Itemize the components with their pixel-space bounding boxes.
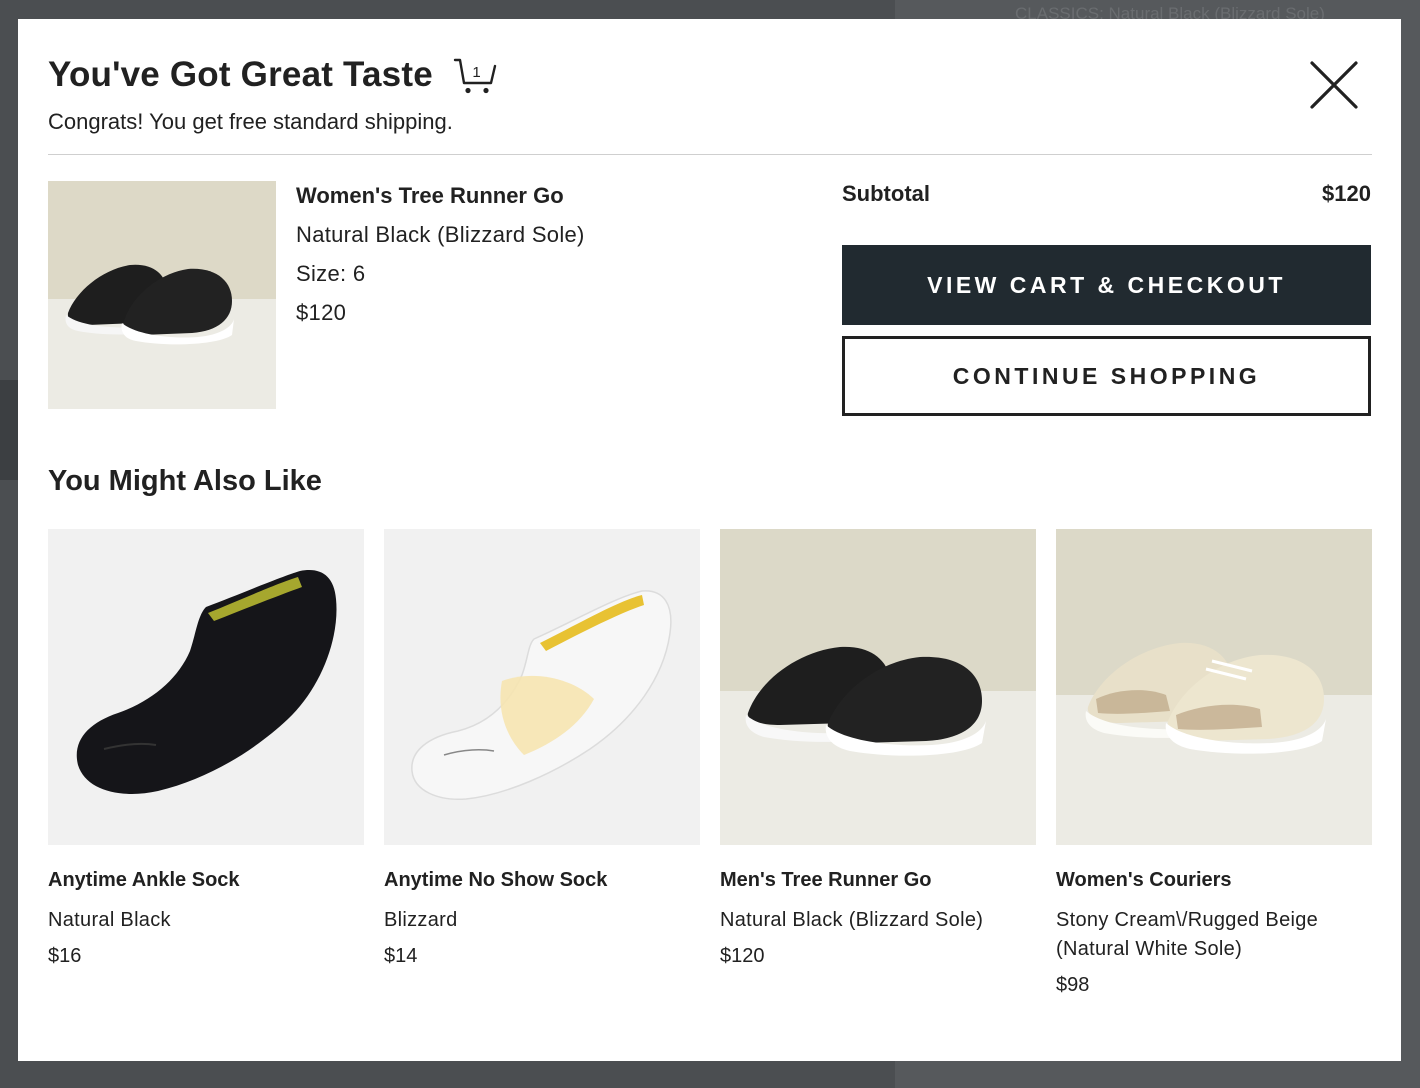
recommendations-list: Anytime Ankle Sock Natural Black $16 Any… — [48, 529, 1372, 997]
product-name[interactable]: Anytime Ankle Sock — [48, 869, 364, 892]
add-to-cart-modal: You've Got Great Taste 1 Congrats! You g… — [18, 19, 1401, 1061]
close-icon — [1310, 61, 1358, 109]
product-card[interactable]: Men's Tree Runner Go Natural Black (Bliz… — [720, 529, 1036, 997]
product-image-no-show-sock[interactable] — [384, 529, 700, 845]
header-divider — [48, 154, 1372, 155]
product-image-mens-tree-runner-go[interactable] — [720, 529, 1036, 845]
product-price: $14 — [384, 945, 418, 967]
continue-shopping-button[interactable]: CONTINUE SHOPPING — [842, 336, 1371, 416]
cart-icon: 1 — [453, 53, 497, 97]
cart-item-price: $120 — [296, 300, 347, 325]
cart-item-name[interactable]: Women's Tree Runner Go — [296, 183, 585, 209]
product-color: Natural Black — [48, 909, 171, 931]
cart-item-image[interactable] — [48, 181, 276, 409]
product-color: Natural Black (Blizzard Sole) — [720, 909, 984, 931]
cart-item-color: Natural Black (Blizzard Sole) — [296, 222, 585, 247]
product-price: $120 — [720, 945, 765, 967]
product-name[interactable]: Anytime No Show Sock — [384, 869, 700, 892]
cart-summary: Subtotal $120 VIEW CART & CHECKOUT CONTI… — [842, 181, 1371, 416]
product-color: Stony Cream\/Rugged Beige (Natural White… — [1056, 909, 1319, 960]
modal-header: You've Got Great Taste 1 Congrats! You g… — [48, 53, 497, 135]
recommendations-title: You Might Also Like — [48, 465, 322, 497]
subtotal-value: $120 — [1322, 181, 1371, 206]
product-card[interactable]: Women's Couriers Stony Cream\/Rugged Bei… — [1056, 529, 1372, 997]
product-card[interactable]: Anytime No Show Sock Blizzard $14 — [384, 529, 700, 997]
view-cart-checkout-button[interactable]: VIEW CART & CHECKOUT — [842, 245, 1371, 325]
subtotal-label: Subtotal — [842, 181, 930, 206]
product-image-womens-couriers[interactable] — [1056, 529, 1372, 845]
product-price: $16 — [48, 945, 82, 967]
backdrop-block — [0, 380, 20, 480]
product-price: $98 — [1056, 974, 1090, 996]
cart-item-size: Size: 6 — [296, 261, 366, 286]
subtotal-row: Subtotal $120 — [842, 181, 1371, 207]
product-card[interactable]: Anytime Ankle Sock Natural Black $16 — [48, 529, 364, 997]
product-name[interactable]: Men's Tree Runner Go — [720, 869, 1036, 892]
shipping-message: Congrats! You get free standard shipping… — [48, 109, 453, 134]
product-color: Blizzard — [384, 909, 458, 931]
close-button[interactable] — [1308, 59, 1360, 111]
product-image-ankle-sock[interactable] — [48, 529, 364, 845]
product-name[interactable]: Women's Couriers — [1056, 869, 1372, 892]
cart-count: 1 — [472, 64, 480, 81]
cart-item-details: Women's Tree Runner Go Natural Black (Bl… — [296, 183, 585, 326]
cart-item: Women's Tree Runner Go Natural Black (Bl… — [48, 181, 808, 411]
modal-title: You've Got Great Taste — [48, 55, 433, 94]
